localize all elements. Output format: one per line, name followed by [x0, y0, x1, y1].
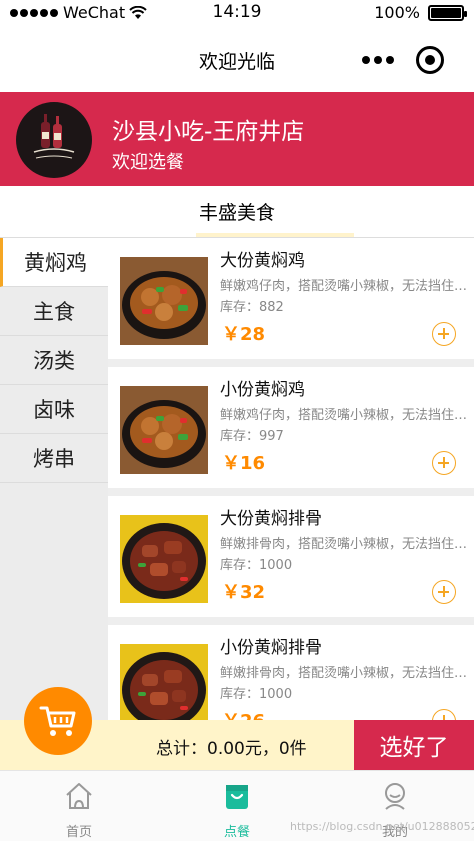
add-to-cart-button[interactable] — [432, 580, 456, 604]
product-stock: 库存：1000 — [220, 558, 293, 573]
product-name: 大份黄焖鸡 — [220, 251, 305, 271]
category-menu: 黄焖鸡 主食 汤类 卤味 烤串 — [0, 238, 108, 720]
nav-bar: 欢迎光临 — [0, 26, 474, 92]
product-name: 小份黄焖鸡 — [220, 380, 305, 400]
checkout-button[interactable]: 选好了 — [354, 720, 474, 770]
product-description: 鲜嫩排骨肉，搭配烫嘴小辣椒，无法挡住的美味 — [220, 537, 470, 552]
category-item-staple[interactable]: 主食 — [0, 287, 108, 336]
profile-icon — [385, 783, 405, 810]
shop-name: 沙县小吃-王府井店 — [112, 119, 305, 145]
product-name: 小份黄焖排骨 — [220, 638, 322, 658]
product-price: ￥26 — [222, 707, 265, 720]
shop-header: 沙县小吃-王府井店 欢迎选餐 — [0, 92, 474, 186]
product-stock: 库存：1000 — [220, 687, 293, 702]
category-item-braised[interactable]: 卤味 — [0, 385, 108, 434]
product-card[interactable]: 大份黄焖鸡 鲜嫩鸡仔肉，搭配烫嘴小辣椒，无法挡住的美味 库存：882 ￥28 — [108, 238, 474, 359]
mini-program-capsule — [362, 46, 444, 74]
cart-button[interactable] — [24, 687, 92, 755]
home-icon — [66, 783, 92, 809]
category-item-soup[interactable]: 汤类 — [0, 336, 108, 385]
section-tab[interactable]: 丰盛美食 — [0, 186, 474, 238]
cart-total: 总计：0.00元，0件 — [156, 739, 307, 759]
product-price: ￥16 — [222, 453, 266, 474]
watermark: https://blog.csdn.net/u012888052 — [290, 820, 474, 833]
status-bar: WeChat 14:19 100% — [0, 0, 474, 26]
battery-status: 100% — [374, 3, 467, 22]
product-description: 鲜嫩鸡仔肉，搭配烫嘴小辣椒，无法挡住的美味 — [220, 408, 470, 423]
add-to-cart-button[interactable] — [432, 322, 456, 346]
product-image — [120, 257, 208, 345]
product-description: 鲜嫩排骨肉，搭配烫嘴小辣椒，无法挡住的美味 — [220, 666, 470, 681]
category-item-huangmenji[interactable]: 黄焖鸡 — [0, 238, 108, 287]
close-icon[interactable] — [416, 46, 444, 74]
shop-logo — [16, 102, 92, 178]
product-stock: 库存：882 — [220, 300, 284, 315]
product-card[interactable]: 大份黄焖排骨 鲜嫩排骨肉，搭配烫嘴小辣椒，无法挡住的美味 库存：1000 ￥32 — [108, 496, 474, 617]
battery-percent: 100% — [374, 3, 420, 22]
product-image — [120, 386, 208, 474]
product-price: ￥28 — [222, 324, 266, 345]
add-to-cart-button[interactable] — [432, 709, 456, 720]
product-card[interactable]: 小份黄焖排骨 鲜嫩排骨肉，搭配烫嘴小辣椒，无法挡住的美味 库存：1000 ￥26 — [108, 625, 474, 720]
product-list[interactable]: 大份黄焖鸡 鲜嫩鸡仔肉，搭配烫嘴小辣椒，无法挡住的美味 库存：882 ￥28 小… — [108, 238, 474, 720]
category-item-skewers[interactable]: 烤串 — [0, 434, 108, 483]
tab-label: 首页 — [65, 825, 92, 840]
product-stock: 库存：997 — [220, 429, 284, 444]
bag-icon — [226, 785, 248, 809]
tab-home[interactable]: 首页 — [0, 771, 158, 841]
add-to-cart-button[interactable] — [432, 451, 456, 475]
cart-icon — [39, 706, 76, 736]
more-icon[interactable] — [362, 56, 394, 64]
shop-welcome-text: 欢迎选餐 — [112, 152, 184, 173]
section-indicator — [196, 233, 354, 237]
product-name: 大份黄焖排骨 — [220, 509, 322, 529]
product-card[interactable]: 小份黄焖鸡 鲜嫩鸡仔肉，搭配烫嘴小辣椒，无法挡住的美味 库存：997 ￥16 — [108, 367, 474, 488]
product-image — [120, 515, 208, 603]
product-price: ￥32 — [222, 582, 266, 603]
product-description: 鲜嫩鸡仔肉，搭配烫嘴小辣椒，无法挡住的美味 — [220, 279, 470, 294]
battery-icon — [428, 4, 467, 21]
product-image — [120, 644, 208, 720]
section-title: 丰盛美食 — [198, 202, 275, 224]
